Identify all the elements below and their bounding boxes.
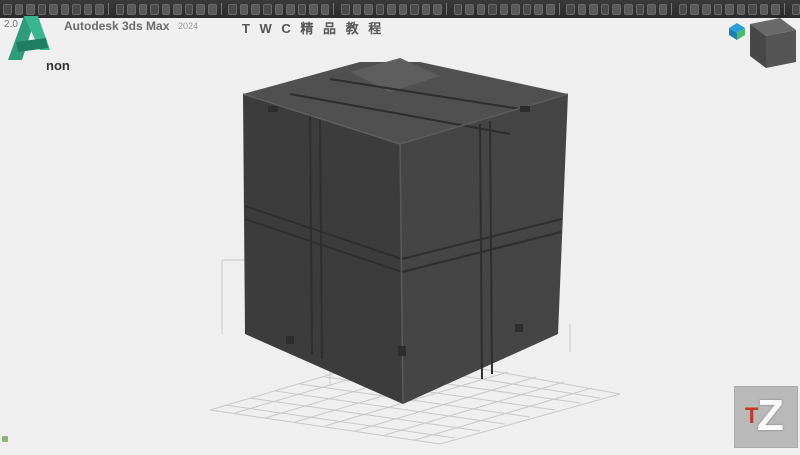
toolbar-button-icon[interactable]: [748, 3, 757, 15]
toolbar-button-icon[interactable]: [589, 3, 598, 15]
toolbar-separator: [558, 3, 560, 15]
toolbar-button-icon[interactable]: [83, 3, 93, 15]
toolbar-button-icon[interactable]: [184, 3, 194, 15]
status-icon: [2, 436, 8, 442]
toolbar-button-icon[interactable]: [771, 3, 780, 15]
toolbar-separator: [671, 3, 672, 15]
toolbar-separator: [333, 3, 334, 15]
toolbar-button-icon[interactable]: [138, 3, 148, 15]
channel-watermark: T Z: [734, 386, 798, 448]
toolbar-button-icon[interactable]: [465, 3, 474, 15]
toolbar-button-icon[interactable]: [239, 3, 249, 15]
toolbar-button-icon[interactable]: [433, 3, 442, 15]
home-viewcube-icon[interactable]: [726, 20, 748, 42]
toolbar-separator: [445, 3, 447, 15]
toolbar-button-icon[interactable]: [115, 3, 125, 15]
toolbar-button-icon[interactable]: [274, 3, 284, 15]
toolbar-button-icon[interactable]: [713, 3, 723, 15]
cube-right-face: [400, 94, 568, 404]
toolbar-button-icon[interactable]: [624, 3, 633, 15]
toolbar-button-icon[interactable]: [196, 3, 206, 15]
toolbar-button-icon[interactable]: [387, 3, 396, 15]
toolbar-button-icon[interactable]: [678, 3, 688, 15]
toolbar-button-icon[interactable]: [352, 3, 362, 15]
toolbar-button-icon[interactable]: [499, 3, 509, 15]
sci-fi-cube[interactable]: [242, 58, 569, 405]
toolbar-button-icon[interactable]: [453, 3, 463, 15]
toolbar-separator: [783, 3, 785, 15]
toolbar-button-icon[interactable]: [340, 3, 350, 15]
app-title: Autodesk 3ds Max: [64, 19, 170, 33]
toolbar-button-icon[interactable]: [251, 3, 260, 15]
toolbar-button-icon[interactable]: [173, 3, 182, 15]
viewcube[interactable]: [722, 16, 800, 76]
toolbar-button-icon[interactable]: [658, 3, 668, 15]
toolbar-button-icon[interactable]: [127, 3, 136, 15]
toolbar-button-icon[interactable]: [309, 3, 318, 15]
toolbar-button-icon[interactable]: [150, 3, 159, 15]
toolbar-button-icon[interactable]: [647, 3, 656, 15]
toolbar-button-icon[interactable]: [72, 3, 81, 15]
toolbar-button-icon[interactable]: [320, 3, 330, 15]
main-toolbar: [0, 0, 800, 19]
toolbar-button-icon[interactable]: [690, 3, 700, 15]
toolbar-button-icon[interactable]: [410, 3, 419, 15]
viewport-scene: [209, 58, 621, 445]
toolbar-button-icon[interactable]: [600, 3, 610, 15]
toolbar-button-icon[interactable]: [476, 3, 486, 15]
toolbar-button-icon[interactable]: [228, 3, 237, 15]
perspective-viewport[interactable]: [0, 34, 800, 450]
cube-left-face: [243, 94, 403, 404]
toolbar-button-icon[interactable]: [364, 3, 373, 15]
toolbar-separator: [107, 3, 109, 15]
toolbar-button-icon[interactable]: [208, 3, 217, 15]
toolbar-button-icon[interactable]: [262, 3, 272, 15]
toolbar-button-icon[interactable]: [398, 3, 408, 15]
toolbar-button-icon[interactable]: [95, 3, 104, 15]
toolbar-button-icon[interactable]: [161, 3, 171, 15]
toolbar-button-icon[interactable]: [546, 3, 555, 15]
toolbar-button-icon[interactable]: [421, 3, 431, 15]
toolbar-button-icon[interactable]: [635, 3, 645, 15]
toolbar-button-icon[interactable]: [488, 3, 497, 15]
watermark-letter-large: Z: [757, 391, 784, 440]
toolbar-button-icon[interactable]: [511, 3, 520, 15]
toolbar-button-icon[interactable]: [725, 3, 734, 15]
toolbar-button-icon[interactable]: [791, 3, 800, 15]
toolbar-button-icon[interactable]: [522, 3, 532, 15]
toolbar-button-icon[interactable]: [566, 3, 575, 15]
toolbar-separator: [220, 3, 222, 15]
toolbar-button-icon[interactable]: [577, 3, 587, 15]
toolbar-button-icon[interactable]: [702, 3, 711, 15]
app-version: 2024: [178, 21, 199, 31]
toolbar-button-icon[interactable]: [534, 3, 543, 15]
toolbar-button-icon[interactable]: [736, 3, 746, 15]
title-bar: 2.0 Autodesk 3ds Max 2024 T W C 精 品 教 程: [0, 18, 800, 36]
toolbar-button-icon[interactable]: [612, 3, 622, 15]
toolbar-button-icon[interactable]: [297, 3, 307, 15]
toolbar-button-icon[interactable]: [375, 3, 385, 15]
toolbar-button-icon[interactable]: [286, 3, 295, 15]
toolbar-button-icon[interactable]: [759, 3, 769, 15]
